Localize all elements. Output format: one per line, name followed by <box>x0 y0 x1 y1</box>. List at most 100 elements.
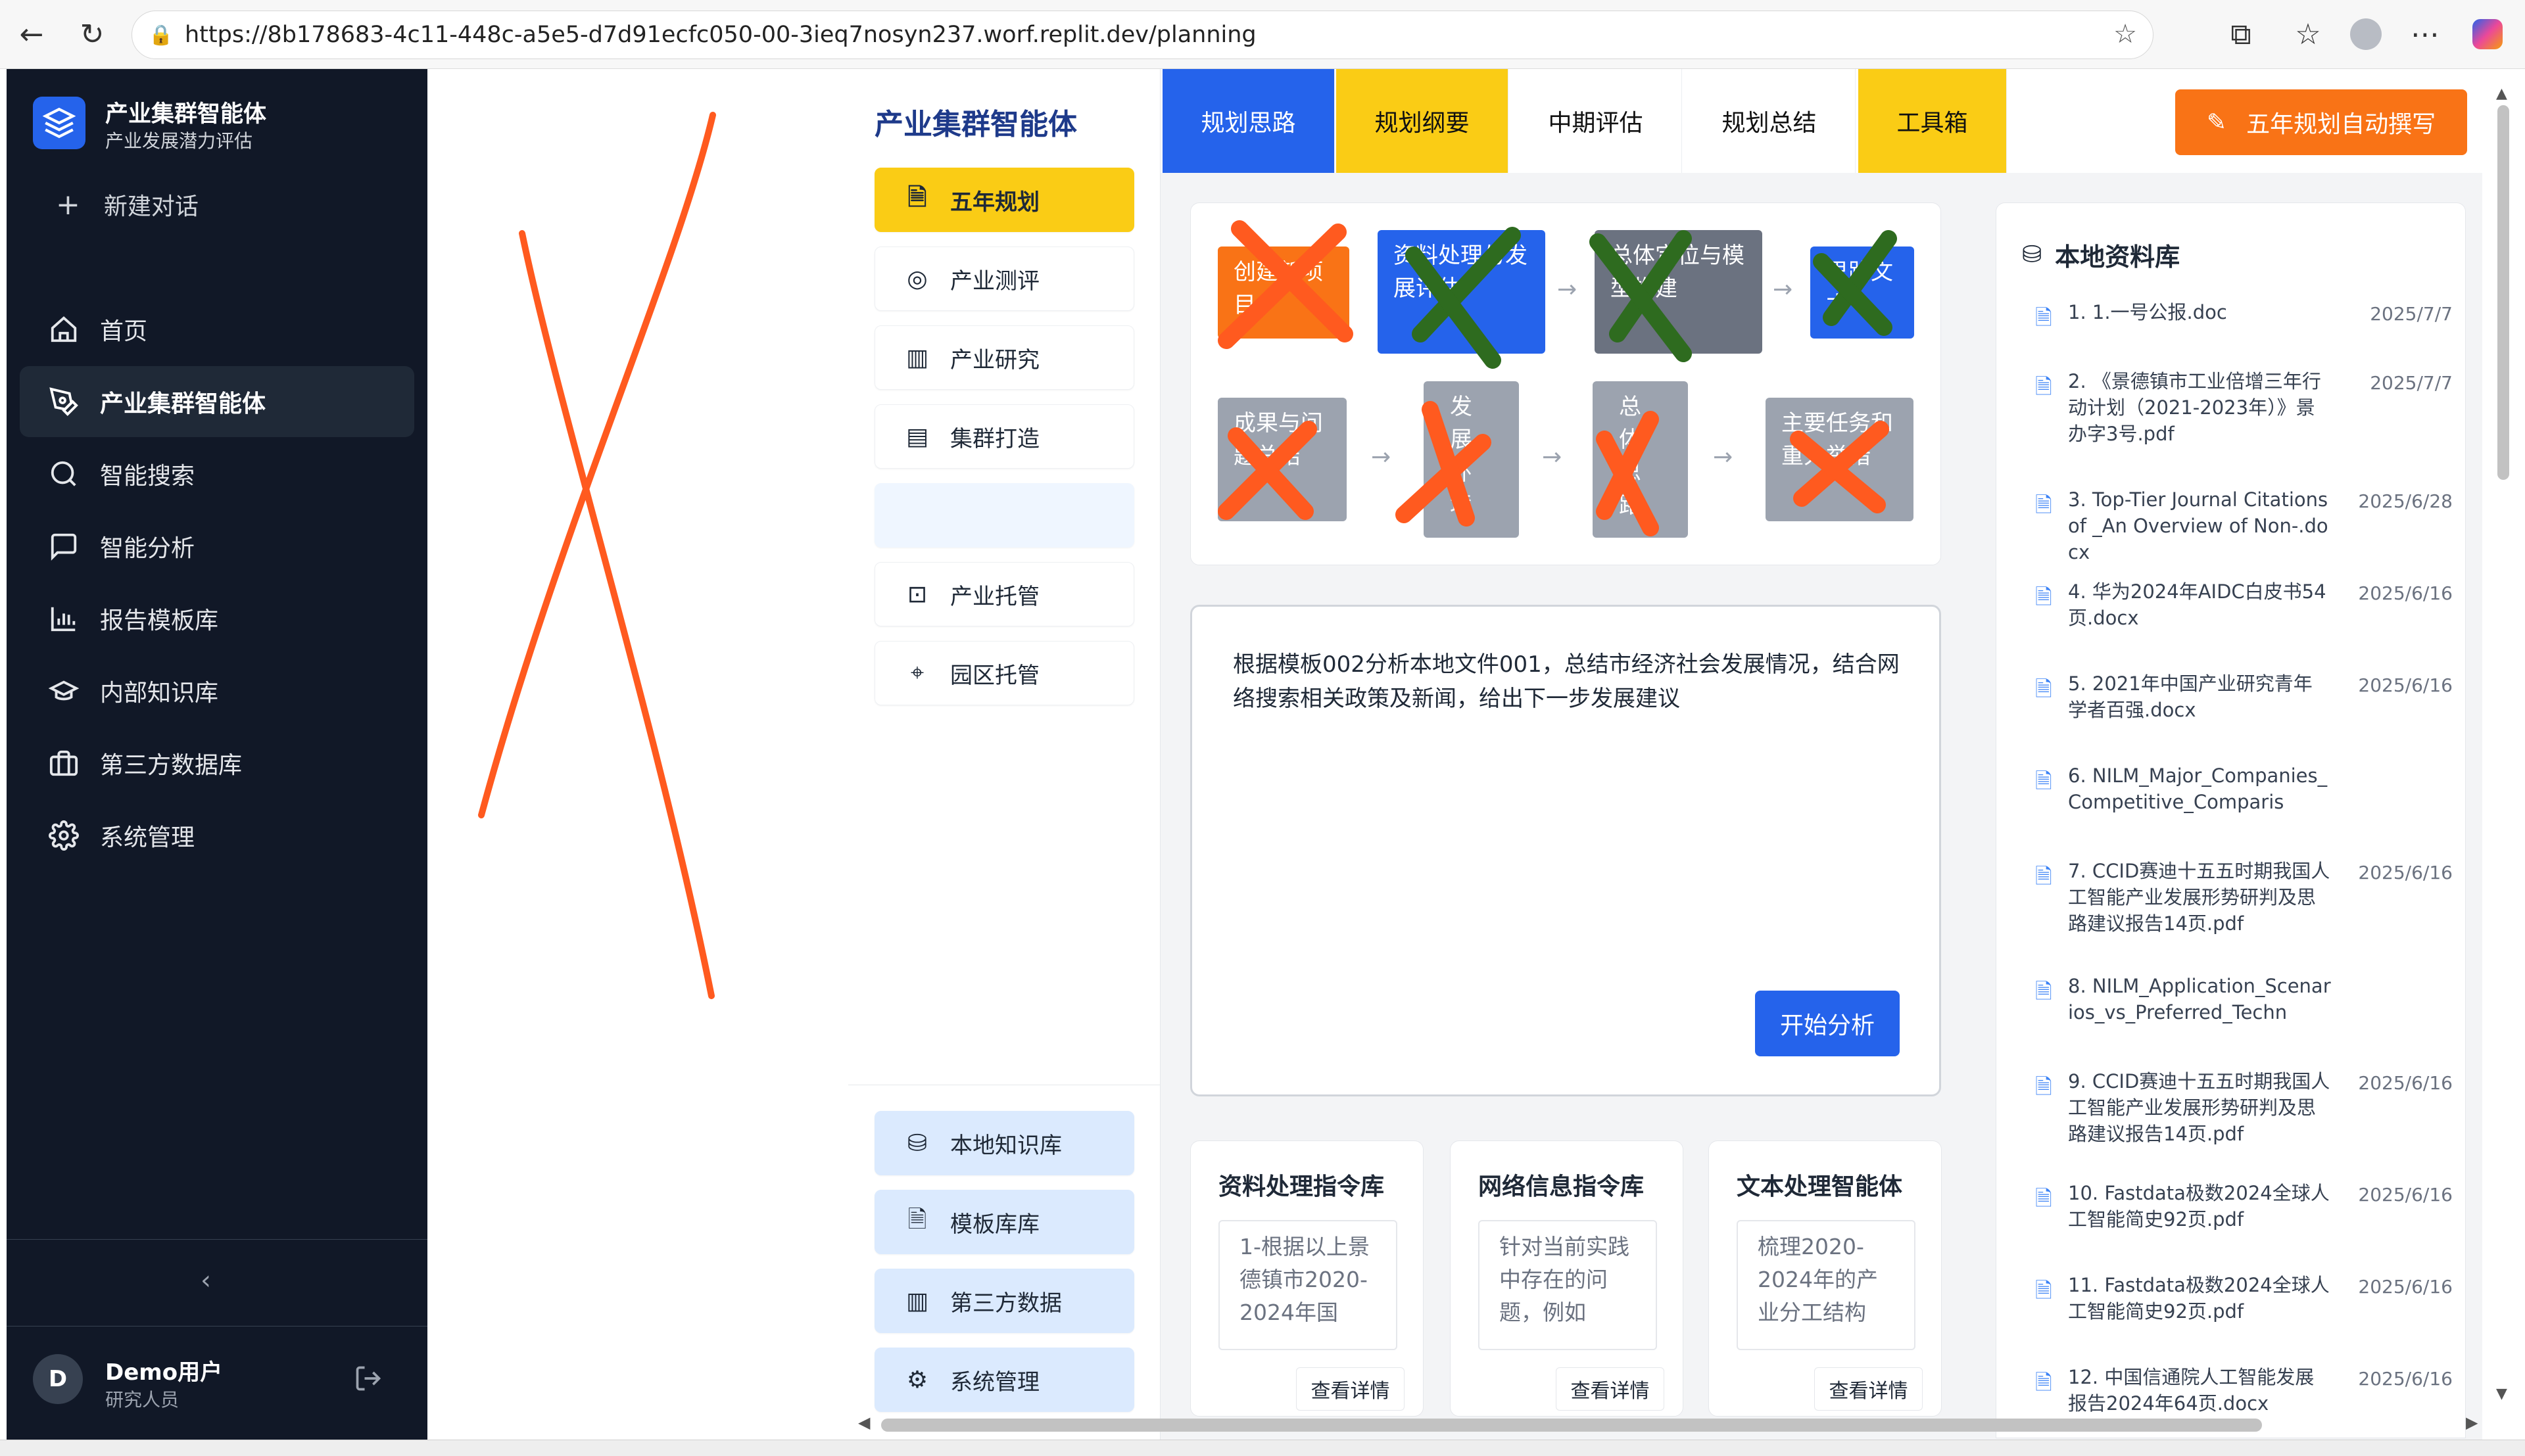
nav-label: 第三方数据库 <box>100 752 243 779</box>
command-textarea[interactable]: 针对当前实践中存在的问题，例如 <box>1478 1220 1657 1350</box>
card-title: 资料处理指令库 <box>1218 1173 1385 1200</box>
library-item-date: 2025/6/16 <box>2358 1072 2453 1094</box>
menu-placeholder[interactable] <box>875 483 1134 548</box>
menu-label: 园区托管 <box>950 662 1040 689</box>
nav-internal-kb[interactable]: 内部知识库 <box>20 655 414 726</box>
command-textarea[interactable]: 1-根据以上景德镇市2020-2024年国 <box>1218 1220 1397 1350</box>
horizontal-scrollbar-thumb[interactable] <box>881 1419 2262 1432</box>
tab-planning-outline[interactable]: 规划纲要 <box>1336 69 1508 173</box>
nav-system-admin[interactable]: 系统管理 <box>20 800 414 871</box>
prompt-text: 根据模板002分析本地文件001，总结市经济社会发展情况，结合网络搜索相关政策及… <box>1233 651 1900 712</box>
command-textarea[interactable]: 梳理2020-2024年的产业分工结构 <box>1737 1220 1915 1350</box>
nav-label: 智能搜索 <box>100 463 195 490</box>
plus-icon: + <box>56 187 80 222</box>
app-subtitle: 产业发展潜力评估 <box>105 130 253 152</box>
annotation-strokes <box>1218 220 1897 536</box>
menu-cluster-building[interactable]: ▤ 集群打造 <box>875 404 1134 469</box>
library-item-date: 2025/6/16 <box>2358 1184 2453 1206</box>
back-icon[interactable]: ← <box>13 16 50 53</box>
library-item-date: 2025/6/28 <box>2358 490 2453 512</box>
vertical-scrollbar-thumb[interactable] <box>2497 105 2509 480</box>
database-icon: ⛁ <box>907 1129 928 1157</box>
library-item[interactable]: 🗎 6. NILM_Major_Companies_Competitive_Com… <box>2022 763 2466 841</box>
library-item[interactable]: 🗎 8. NILM_Application_Scenarios_vs_Prefer… <box>2022 973 2466 1052</box>
collapse-sidebar-button[interactable]: ‹ <box>201 1265 211 1296</box>
site-info-icon[interactable]: 🔒 <box>147 20 176 49</box>
copilot-icon[interactable] <box>2469 16 2506 53</box>
nav-third-party-db[interactable]: 第三方数据库 <box>20 728 414 799</box>
library-item[interactable]: 🗎 3. Top-Tier Journal Citations of _An Ov… <box>2022 486 2466 565</box>
library-item-date: 2025/6/16 <box>2358 1276 2453 1298</box>
library-item[interactable]: 🗎 7. CCID赛迪十五五时期我国人工智能产业发展形势研判及思路建议报告14页.… <box>2022 858 2466 937</box>
menu-industry-research[interactable]: ▥ 产业研究 <box>875 325 1134 390</box>
library-item[interactable]: 🗎 9. CCID赛迪十五五时期我国人工智能产业发展形势研判及思路建议报告14页.… <box>2022 1068 2466 1147</box>
favorites-icon[interactable]: ☆ <box>2290 16 2326 53</box>
library-item[interactable]: 🗎 1. 1.一号公报.doc 2025/7/7 <box>2022 299 2466 378</box>
address-bar[interactable]: 🔒 https://8b178683-4c11-448c-a5e5-d7d91e… <box>132 11 2153 59</box>
menu-local-kb[interactable]: ⛁ 本地知识库 <box>875 1111 1134 1175</box>
menu-template-lib[interactable]: 🗎 模板库库 <box>875 1190 1134 1254</box>
menu-park-hosting[interactable]: ⌖ 园区托管 <box>875 641 1134 705</box>
start-analysis-button[interactable]: 开始分析 <box>1755 991 1900 1056</box>
gear-icon <box>46 818 82 853</box>
browser-toolbar: ← ↻ 🔒 https://8b178683-4c11-448c-a5e5-d7… <box>0 0 2525 69</box>
scroll-up-icon[interactable]: ▲ <box>2496 85 2507 102</box>
scroll-right-icon[interactable]: ▶ <box>2466 1413 2478 1432</box>
pen-tool-icon <box>46 384 82 419</box>
document-icon: 🗎 <box>2035 979 2052 1004</box>
nav-label: 首页 <box>100 318 148 345</box>
menu-five-year-plan[interactable]: 🗎 五年规划 <box>875 168 1134 232</box>
app-title: 产业集群智能体 <box>105 101 267 128</box>
library-item-date: 2025/6/16 <box>2358 862 2453 883</box>
more-icon[interactable]: ⋯ <box>2407 16 2443 53</box>
library-item[interactable]: 🗎 5. 2021年中国产业研究青年学者百强.docx 2025/6/16 <box>2022 670 2466 749</box>
scroll-down-icon[interactable]: ▼ <box>2496 1386 2507 1402</box>
menu-label: 产业测评 <box>950 268 1040 294</box>
map-pin-icon: ⌖ <box>910 659 925 686</box>
tab-toolbox[interactable]: 工具箱 <box>1858 69 2007 173</box>
library-item[interactable]: 🗎 11. Fastdata极数2024全球人工智能简史92页.pdf 2025/6… <box>2022 1272 2466 1351</box>
document-icon: 🗎 <box>2035 676 2052 701</box>
nav-smart-search[interactable]: 智能搜索 <box>20 438 414 509</box>
nav-report-templates[interactable]: 报告模板库 <box>20 583 414 654</box>
panel-title: 产业集群智能体 <box>875 108 1077 141</box>
logout-icon[interactable] <box>354 1364 383 1396</box>
module-panel: 产业集群智能体 🗎 五年规划 ◎ 产业测评 ▥ 产业研究 ▤ 集群打造 ⊡ 产业托管 ⌖ 园… <box>848 69 1161 1440</box>
home-icon <box>46 312 82 347</box>
tab-planning-summary[interactable]: 规划总结 <box>1683 69 1856 173</box>
menu-industry-evaluation[interactable]: ◎ 产业测评 <box>875 247 1134 311</box>
nav-home[interactable]: 首页 <box>20 294 414 365</box>
divider <box>7 1326 427 1327</box>
view-details-button[interactable]: 查看详情 <box>1556 1367 1664 1411</box>
view-details-button[interactable]: 查看详情 <box>1814 1367 1923 1411</box>
library-item[interactable]: 🗎 10. Fastdata极数2024全球人工智能简史92页.pdf 2025/6… <box>2022 1180 2466 1259</box>
scroll-left-icon[interactable]: ◀ <box>858 1413 870 1432</box>
tab-midterm-evaluation[interactable]: 中期评估 <box>1510 69 1682 173</box>
search-icon <box>46 456 82 492</box>
nav-cluster-agent[interactable]: 产业集群智能体 <box>20 366 414 437</box>
menu-industry-hosting[interactable]: ⊡ 产业托管 <box>875 562 1134 626</box>
profile-icon[interactable] <box>2347 16 2384 53</box>
favorite-star-icon[interactable]: ☆ <box>2113 19 2137 49</box>
library-title: 本地资料库 <box>2055 243 2180 271</box>
reload-icon[interactable]: ↻ <box>74 16 110 53</box>
menu-system-admin[interactable]: ⚙ 系统管理 <box>875 1348 1134 1412</box>
nav-smart-analysis[interactable]: 智能分析 <box>20 511 414 582</box>
prompt-textarea[interactable]: 根据模板002分析本地文件001，总结市经济社会发展情况，结合网络搜索相关政策及… <box>1190 605 1941 1096</box>
document-icon: 🗎 <box>2035 305 2052 330</box>
document-icon: 🗎 <box>2035 1278 2052 1303</box>
extensions-icon[interactable]: ⧉ <box>2223 16 2259 53</box>
menu-third-party-data[interactable]: ▥ 第三方数据 <box>875 1269 1134 1333</box>
tab-planning-idea[interactable]: 规划思路 <box>1163 69 1335 173</box>
menu-label: 系统管理 <box>950 1369 1040 1396</box>
auto-write-button[interactable]: ✎ 五年规划自动撰写 <box>2175 89 2467 155</box>
gear-icon: ⚙ <box>906 1366 928 1394</box>
nav-label: 内部知识库 <box>100 680 219 707</box>
view-details-button[interactable]: 查看详情 <box>1296 1367 1405 1411</box>
auto-write-label: 五年规划自动撰写 <box>2246 111 2436 138</box>
library-item[interactable]: 🗎 4. 华为2024年AIDC白皮书54页.docx 2025/6/16 <box>2022 578 2466 657</box>
new-chat-label: 新建对话 <box>103 193 199 220</box>
new-chat-button[interactable]: + 新建对话 <box>56 187 199 222</box>
library-item[interactable]: 🗎 2. 《景德镇市工业倍增三年行动计划（2021-2023年）》景办字3号.pd… <box>2022 368 2466 447</box>
document-icon: 🗎 <box>2035 864 2052 889</box>
